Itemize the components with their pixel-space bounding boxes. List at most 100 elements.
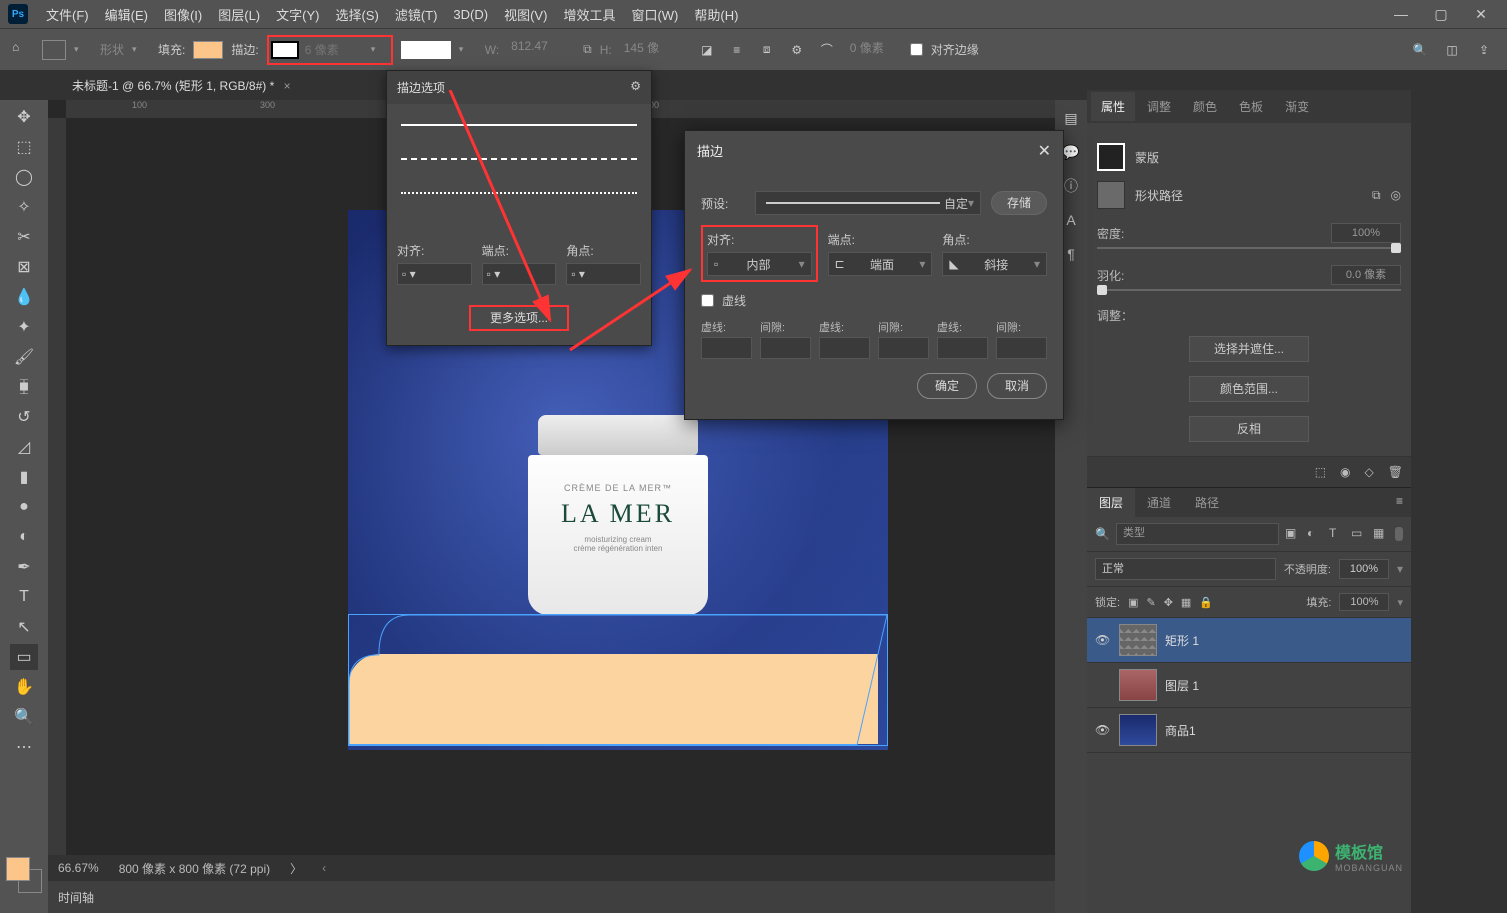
stroke-style-solid[interactable]: [401, 124, 637, 148]
menu-edit[interactable]: 编辑(E): [99, 3, 154, 26]
dd-align-select[interactable]: ▫ ▾: [397, 263, 472, 285]
density-value[interactable]: 100%: [1331, 223, 1401, 243]
blur-tool[interactable]: ●: [10, 494, 38, 520]
shape-thumb[interactable]: [1097, 181, 1125, 209]
lock-all-icon[interactable]: 🔒: [1199, 596, 1213, 609]
tab-close-icon[interactable]: ×: [284, 79, 291, 93]
feather-value[interactable]: 0.0 像素: [1331, 265, 1401, 285]
home-icon[interactable]: ⌂: [12, 40, 34, 60]
menu-help[interactable]: 帮助(H): [688, 3, 744, 26]
more-options-button[interactable]: 更多选项...: [469, 305, 569, 331]
arrange-icon[interactable]: ⧈: [756, 39, 778, 61]
path-op-icon[interactable]: ◪: [696, 39, 718, 61]
menu-view[interactable]: 视图(V): [498, 3, 553, 26]
stroke-style-dashed[interactable]: [401, 158, 637, 182]
dash1-input[interactable]: [701, 337, 752, 359]
menu-image[interactable]: 图像(I): [158, 3, 208, 26]
rectangle-tool[interactable]: ▭: [10, 644, 38, 670]
link-icon[interactable]: ⧉: [1372, 188, 1381, 203]
mask-icon[interactable]: [1097, 143, 1125, 171]
tab-swatches[interactable]: 色板: [1229, 92, 1273, 121]
eraser-tool[interactable]: ◿: [10, 434, 38, 460]
filter-text-icon[interactable]: T: [1329, 526, 1345, 542]
marquee-tool[interactable]: ⬚: [10, 134, 38, 160]
layer-fill-value[interactable]: 100%: [1339, 593, 1389, 611]
color-range-button[interactable]: 颜色范围...: [1189, 376, 1309, 402]
close-button[interactable]: ✕: [1467, 4, 1495, 24]
cap-select[interactable]: ⊏ 端面 ▾: [828, 252, 933, 276]
pen-tool[interactable]: ✒: [10, 554, 38, 580]
select-mask-button[interactable]: 选择并遮住...: [1189, 336, 1309, 362]
dashed-checkbox[interactable]: [701, 294, 714, 307]
wand-tool[interactable]: ✧: [10, 194, 38, 220]
stroke-width-input[interactable]: [301, 39, 369, 61]
frame-tool[interactable]: ⊠: [10, 254, 38, 280]
heal-tool[interactable]: ✦: [10, 314, 38, 340]
color-swatches[interactable]: [6, 857, 42, 893]
layer-row-2[interactable]: 👁 商品1: [1087, 708, 1411, 753]
menu-3d[interactable]: 3D(D): [447, 5, 494, 24]
panel-icon-1[interactable]: ▤: [1061, 108, 1081, 128]
tab-properties[interactable]: 属性: [1091, 92, 1135, 121]
dash3-input[interactable]: [937, 337, 988, 359]
menu-text[interactable]: 文字(Y): [270, 3, 325, 26]
visibility-icon[interactable]: 👁: [1095, 723, 1111, 737]
opacity-value[interactable]: 100%: [1339, 559, 1389, 579]
save-preset-button[interactable]: 存储: [991, 191, 1047, 215]
timeline-panel[interactable]: 时间轴: [48, 881, 1055, 913]
align-select[interactable]: ▫ 内部 ▾: [707, 252, 812, 276]
align-edges-checkbox[interactable]: [910, 43, 923, 56]
fg-color[interactable]: [6, 857, 30, 881]
menu-plugins[interactable]: 增效工具: [557, 3, 621, 26]
zoom-level[interactable]: 66.67%: [58, 861, 99, 875]
footer-icon-2[interactable]: ◉: [1340, 465, 1350, 479]
path-select-tool[interactable]: ↖: [10, 614, 38, 640]
preset-select[interactable]: 自定 ▾: [755, 191, 981, 215]
tab-paths[interactable]: 路径: [1183, 488, 1231, 517]
blend-mode-select[interactable]: 正常: [1095, 558, 1276, 580]
corner-icon[interactable]: ⌒: [816, 39, 838, 61]
type-tool[interactable]: T: [10, 584, 38, 610]
cancel-button[interactable]: 取消: [987, 373, 1047, 399]
dash2-input[interactable]: [819, 337, 870, 359]
menu-layer[interactable]: 图层(L): [212, 3, 266, 26]
align-icon[interactable]: ≡: [726, 39, 748, 61]
filter-adjust-icon[interactable]: ◐: [1307, 526, 1323, 542]
zoom-tool[interactable]: 🔍: [10, 704, 38, 730]
gap1-input[interactable]: [760, 337, 811, 359]
panel-icon-2[interactable]: 💬: [1061, 142, 1081, 162]
history-brush-tool[interactable]: ↺: [10, 404, 38, 430]
width-value[interactable]: 812.47: [507, 39, 575, 61]
layer-thumb[interactable]: [1119, 714, 1157, 746]
footer-icon-4[interactable]: 🗑: [1388, 465, 1403, 479]
maximize-button[interactable]: ▢: [1427, 4, 1455, 24]
edit-toolbar[interactable]: ⋯: [10, 734, 38, 760]
shape-mode-label[interactable]: 形状: [100, 41, 124, 58]
tab-adjust[interactable]: 调整: [1137, 92, 1181, 121]
layer-row-0[interactable]: 👁 矩形 1: [1087, 618, 1411, 663]
lock-artboard-icon[interactable]: ▦: [1181, 596, 1191, 609]
gear-icon[interactable]: ⚙: [786, 39, 808, 61]
crop-tool[interactable]: ✂: [10, 224, 38, 250]
invert-button[interactable]: 反相: [1189, 416, 1309, 442]
footer-icon-1[interactable]: ⬚: [1315, 465, 1326, 479]
ok-button[interactable]: 确定: [917, 373, 977, 399]
shape-preset[interactable]: [42, 40, 66, 60]
dodge-tool[interactable]: ◐: [10, 524, 38, 550]
link-wh-icon[interactable]: ⧉: [583, 42, 592, 57]
canvas-shape-rect[interactable]: [348, 614, 888, 744]
tab-layers[interactable]: 图层: [1087, 488, 1135, 517]
height-value[interactable]: 145 像: [620, 39, 688, 61]
footer-icon-3[interactable]: ◇: [1365, 465, 1374, 479]
stroke-swatch[interactable]: [271, 41, 299, 59]
panel-icon-3[interactable]: ⓘ: [1061, 176, 1081, 196]
menu-filter[interactable]: 滤镜(T): [389, 3, 444, 26]
panel-icon-4[interactable]: A: [1061, 210, 1081, 230]
tab-gradient[interactable]: 渐变: [1275, 92, 1319, 121]
gradient-tool[interactable]: ▮: [10, 464, 38, 490]
hand-tool[interactable]: ✋: [10, 674, 38, 700]
gap2-input[interactable]: [878, 337, 929, 359]
filter-toggle[interactable]: [1395, 527, 1403, 541]
dd-cap-select[interactable]: ▫ ▾: [482, 263, 557, 285]
filter-smart-icon[interactable]: ▦: [1373, 526, 1389, 542]
